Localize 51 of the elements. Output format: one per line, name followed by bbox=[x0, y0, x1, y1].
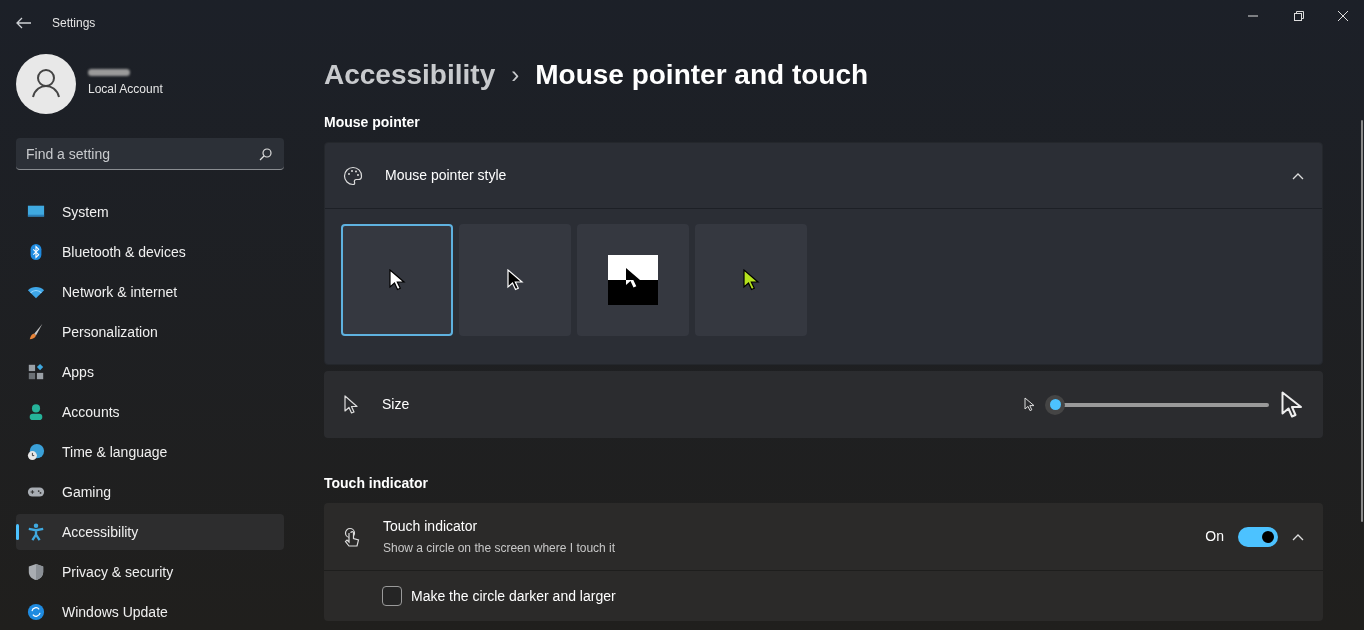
accessibility-icon bbox=[27, 523, 45, 541]
nav-item[interactable]: Privacy & security bbox=[16, 554, 284, 590]
search-icon[interactable] bbox=[259, 147, 272, 161]
close-icon[interactable] bbox=[1338, 11, 1348, 21]
toggle-state-label: On bbox=[1205, 527, 1224, 546]
toggle-switch[interactable] bbox=[1238, 526, 1278, 547]
checkbox-label: Make the circle darker and larger bbox=[411, 586, 616, 606]
chevron-icon[interactable] bbox=[1292, 532, 1304, 541]
nav-item[interactable]: Gaming bbox=[16, 474, 284, 510]
nav-item[interactable]: Bluetooth & devices bbox=[16, 234, 284, 270]
shield-icon bbox=[27, 563, 45, 581]
setting-label: Touch indicator bbox=[383, 517, 479, 536]
breadcrumb-link[interactable]: Accessibility bbox=[324, 54, 496, 96]
breadcrumb-separator: › bbox=[511, 60, 520, 90]
touch-icon bbox=[343, 526, 361, 547]
nav-item[interactable]: Accessibility bbox=[16, 514, 284, 550]
account-type: Local Account bbox=[88, 81, 163, 99]
setting-label: Size bbox=[382, 395, 411, 414]
pointer-cursor-icon bbox=[388, 269, 406, 291]
section-heading: Touch indicator bbox=[324, 474, 429, 493]
sync-icon bbox=[27, 603, 45, 621]
nav-item[interactable]: Windows Update bbox=[16, 594, 284, 630]
avatar-icon bbox=[16, 53, 76, 114]
blurred-name bbox=[88, 69, 130, 77]
checkbox[interactable] bbox=[382, 586, 402, 606]
globe-clock-icon bbox=[27, 443, 45, 461]
scrollbar[interactable] bbox=[1361, 120, 1363, 522]
setting-label: Mouse pointer style bbox=[385, 166, 508, 185]
restore-icon[interactable] bbox=[1294, 11, 1304, 21]
small-cursor-icon bbox=[1024, 397, 1035, 412]
back-icon[interactable] bbox=[16, 17, 32, 30]
window-title: Settings bbox=[52, 15, 96, 33]
setting-description: Show a circle on the screen where I touch it bbox=[383, 540, 617, 557]
nav-item[interactable]: Time & language bbox=[16, 434, 284, 470]
nav-item[interactable]: Network & internet bbox=[16, 274, 284, 310]
person-icon bbox=[27, 403, 45, 421]
section-heading: Mouse pointer bbox=[324, 113, 421, 132]
page-title: Mouse pointer and touch bbox=[535, 58, 869, 92]
search-field[interactable]: Find a setting bbox=[16, 138, 284, 170]
nav-item[interactable]: Personalization bbox=[16, 314, 284, 350]
cursor-icon bbox=[344, 394, 358, 415]
pointer-style-option[interactable] bbox=[577, 224, 689, 336]
nav-item[interactable]: System bbox=[16, 194, 284, 230]
dark-pointer-cursor-icon bbox=[506, 269, 524, 291]
apps-icon bbox=[27, 363, 45, 381]
inverted-cursor-icon bbox=[608, 255, 658, 305]
nav-item[interactable]: Accounts bbox=[16, 394, 284, 430]
palette-icon bbox=[343, 165, 363, 186]
chevron-icon[interactable] bbox=[1292, 171, 1304, 180]
large-cursor-icon bbox=[1281, 390, 1303, 419]
nav-item[interactable]: Apps bbox=[16, 354, 284, 390]
